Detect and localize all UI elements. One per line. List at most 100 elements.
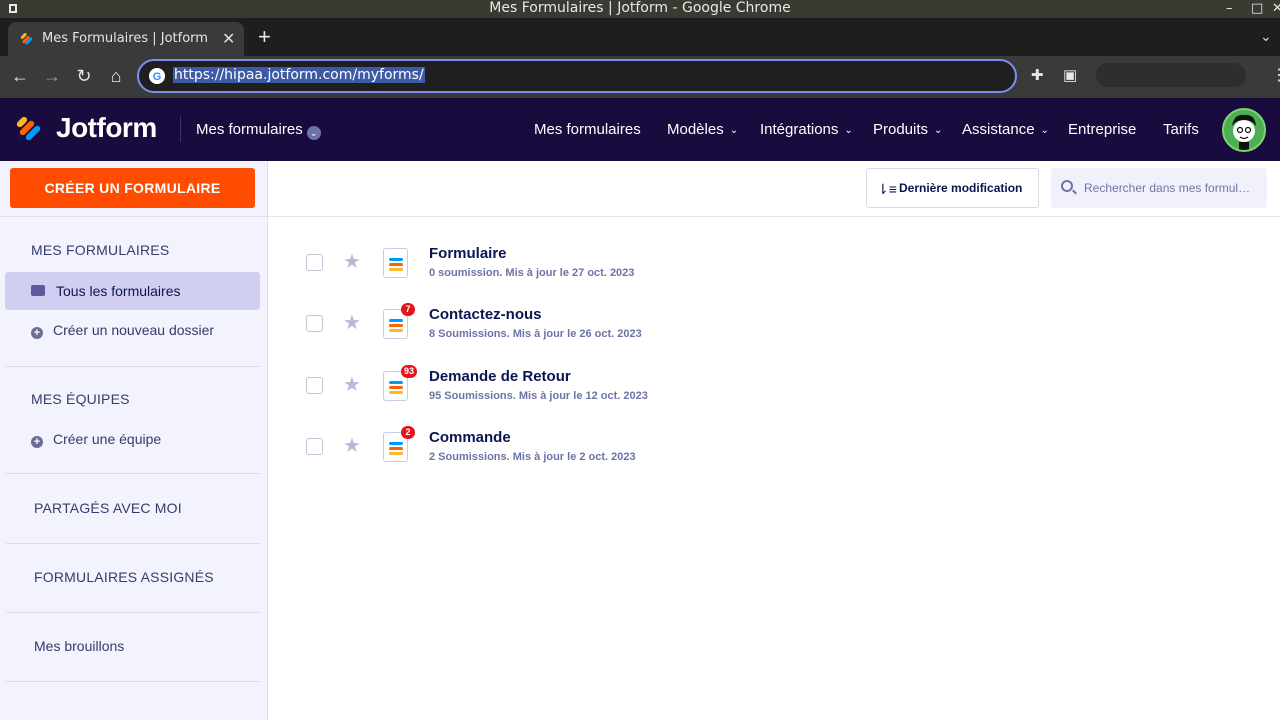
browser-tab[interactable]: Mes Formulaires | Jotform ✕ [8, 22, 244, 56]
create-team-label: Créer une équipe [53, 431, 162, 447]
forms-toolbar: ⇂≡ Dernière modification Rechercher dans… [268, 161, 1280, 217]
jotform-header: Jotform Mes formulaires ⌄ Mes formulaires… [0, 98, 1280, 161]
sidebar-item-assigned[interactable]: FORMULAIRES ASSIGNÉS [34, 569, 214, 585]
form-title[interactable]: Demande de Retour [429, 368, 571, 385]
form-meta: 0 soumission. Mis à jour le 27 oct. 2023 [429, 267, 635, 279]
tab-title: Mes Formulaires | Jotform [42, 31, 208, 46]
svg-text:G: G [153, 71, 162, 83]
chevron-down-icon: ⌄ [306, 126, 321, 140]
select-checkbox[interactable] [306, 438, 323, 455]
nav-support[interactable]: Assistance ⌄ [962, 121, 1049, 138]
extensions-icon[interactable]: ✚ [1031, 66, 1044, 84]
divider [6, 473, 260, 474]
tab-search-icon[interactable]: ⌄ [1260, 28, 1272, 45]
form-title[interactable]: Contactez-nous [429, 306, 542, 323]
maximize-icon[interactable]: □ [1251, 0, 1263, 17]
minimize-icon[interactable]: – [1226, 0, 1233, 17]
form-icon: 7 [383, 303, 415, 339]
sidebar-item-all-forms[interactable]: Tous les formulaires [5, 272, 260, 310]
folder-icon [31, 285, 45, 296]
star-icon[interactable]: ★ [343, 433, 361, 458]
unread-badge: 7 [401, 303, 415, 316]
sidebar-item-shared[interactable]: PARTAGÉS AVEC MOI [34, 500, 182, 516]
chevron-down-icon: ⌄ [729, 125, 739, 136]
nav-pricing[interactable]: Tarifs [1163, 121, 1199, 138]
form-meta: 95 Soumissions. Mis à jour le 12 oct. 20… [429, 390, 648, 402]
divider [0, 216, 268, 217]
search-input[interactable]: Rechercher dans mes formulaires [1051, 168, 1267, 208]
divider [6, 612, 260, 613]
forward-icon[interactable]: → [41, 65, 63, 87]
reload-icon[interactable]: ↻ [73, 65, 95, 87]
os-title-bar: Mes Formulaires | Jotform - Google Chrom… [0, 0, 1280, 18]
home-icon[interactable]: ⌂ [105, 65, 127, 87]
header-divider [180, 116, 181, 142]
jotform-logo-text[interactable]: Jotform [56, 112, 157, 144]
avatar-face-icon [1232, 114, 1256, 150]
nav-products-label: Produits [873, 121, 929, 138]
browser-tab-strip: Mes Formulaires | Jotform ✕ + ⌄ [0, 18, 1280, 56]
create-team-button[interactable]: + Créer une équipe [31, 431, 161, 448]
star-icon[interactable]: ★ [343, 310, 361, 335]
nav-products[interactable]: Produits ⌄ [873, 121, 942, 138]
sort-icon: ⇂≡ [877, 181, 897, 197]
nav-templates-label: Modèles [667, 121, 724, 138]
create-folder-button[interactable]: + Créer un nouveau dossier [31, 322, 214, 339]
window-menu-icon[interactable] [9, 4, 17, 13]
nav-enterprise[interactable]: Entreprise [1068, 121, 1136, 138]
sidebar-item-label: Tous les formulaires [56, 283, 181, 299]
my-teams-heading: MES ÉQUIPES [31, 391, 130, 407]
search-icon [1061, 180, 1073, 192]
chevron-down-icon: ⌄ [844, 125, 853, 136]
address-bar[interactable]: G https://hipaa.jotform.com/myforms/ [137, 59, 1017, 93]
google-icon: G [149, 68, 165, 84]
tab-close-icon[interactable]: ✕ [222, 29, 235, 49]
form-title[interactable]: Formulaire [429, 245, 507, 262]
new-tab-icon[interactable]: + [258, 26, 271, 48]
browser-toolbar: ← → ↻ ⌂ G https://hipaa.jotform.com/myfo… [0, 56, 1280, 98]
divider [6, 681, 260, 682]
nav-integrations-label: Intégrations [760, 121, 839, 138]
myforms-switcher[interactable]: Mes formulaires ⌄ [196, 121, 321, 140]
nav-support-label: Assistance [962, 121, 1035, 138]
list-item[interactable]: ★ 93 Demande de Retour 95 Soumissions. M… [268, 362, 1280, 422]
search-placeholder: Rechercher dans mes formulaires [1084, 181, 1256, 195]
form-icon [383, 248, 408, 278]
form-title[interactable]: Commande [429, 429, 511, 446]
close-window-icon[interactable]: ✕ [1272, 0, 1280, 17]
sort-button[interactable]: ⇂≡ Dernière modification [866, 168, 1039, 208]
list-item[interactable]: ★ Formulaire 0 soumission. Mis à jour le… [268, 239, 1280, 299]
user-avatar[interactable] [1222, 108, 1266, 152]
jotform-logo-icon[interactable] [16, 114, 44, 142]
form-meta: 8 Soumissions. Mis à jour le 26 oct. 202… [429, 328, 642, 340]
my-forms-heading: MES FORMULAIRES [31, 242, 170, 258]
url-text[interactable]: https://hipaa.jotform.com/myforms/ [173, 67, 425, 83]
unread-badge: 2 [401, 426, 415, 439]
nav-myforms[interactable]: Mes formulaires [534, 121, 641, 138]
list-item[interactable]: ★ 2 Commande 2 Soumissions. Mis à jour l… [268, 423, 1280, 483]
myforms-switcher-label: Mes formulaires [196, 121, 303, 138]
chevron-down-icon: ⌄ [1040, 125, 1049, 136]
side-panel-icon[interactable]: ▣ [1063, 66, 1077, 84]
chrome-menu-icon[interactable]: ⋮ [1271, 65, 1280, 85]
star-icon[interactable]: ★ [343, 249, 361, 274]
back-icon[interactable]: ← [9, 65, 31, 87]
jotform-favicon-icon [20, 33, 33, 45]
star-icon[interactable]: ★ [343, 372, 361, 397]
select-checkbox[interactable] [306, 254, 323, 271]
nav-templates[interactable]: Modèles ⌄ [667, 121, 738, 138]
sort-label: Dernière modification [899, 181, 1023, 195]
nav-integrations[interactable]: Intégrations ⌄ [760, 121, 853, 138]
form-icon: 93 [383, 365, 418, 401]
create-form-button[interactable]: CRÉER UN FORMULAIRE [10, 168, 255, 208]
form-icon: 2 [383, 426, 415, 462]
list-item[interactable]: ★ 7 Contactez-nous 8 Soumissions. Mis à … [268, 300, 1280, 360]
select-checkbox[interactable] [306, 377, 323, 394]
unread-badge: 93 [401, 365, 418, 378]
profile-button[interactable] [1096, 63, 1246, 87]
divider [6, 366, 260, 367]
plus-circle-icon: + [31, 327, 43, 339]
window-title: Mes Formulaires | Jotform - Google Chrom… [489, 0, 791, 16]
sidebar-item-drafts[interactable]: Mes brouillons [34, 638, 124, 654]
select-checkbox[interactable] [306, 315, 323, 332]
